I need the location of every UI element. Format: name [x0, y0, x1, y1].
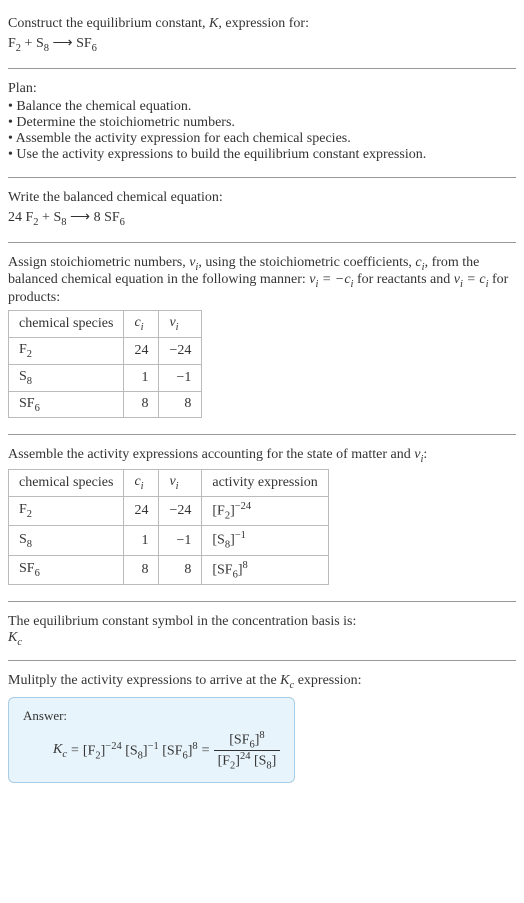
fraction-denominator: [F2]24 [S8]	[214, 751, 281, 771]
cell-nu: −1	[159, 364, 202, 391]
balanced-equation: 24 F2 + S8 ⟶ 8 SF6	[8, 208, 516, 228]
c-symbol: ci	[415, 255, 424, 270]
equals-sign: =	[202, 743, 210, 759]
table-row: S8 1 −1 [S8]−1	[9, 526, 329, 555]
plan-title: Plan:	[8, 81, 516, 97]
col-nui: νi	[159, 311, 202, 338]
balanced-section: Write the balanced chemical equation: 24…	[8, 182, 516, 238]
table-header-row: chemical species ci νi	[9, 311, 202, 338]
plan-item: Balance the chemical equation.	[8, 99, 516, 115]
equals-sign: =	[71, 743, 79, 759]
kc-lhs: Kc	[53, 742, 67, 760]
nu-symbol: νi	[189, 255, 198, 270]
cell-c: 8	[124, 391, 159, 418]
cell-nu: 8	[159, 391, 202, 418]
cell-nu: −24	[159, 337, 202, 364]
symbol-intro: The equilibrium constant symbol in the c…	[8, 614, 516, 630]
symbol-section: The equilibrium constant symbol in the c…	[8, 606, 516, 656]
kc-symbol: Kc	[8, 630, 516, 648]
prompt-line1: Construct the equilibrium constant, K, e…	[8, 16, 516, 32]
cell-activity: [SF6]8	[202, 555, 328, 584]
cell-c: 24	[124, 337, 159, 364]
multiply-intro: Mulitply the activity expressions to arr…	[8, 673, 516, 691]
unbalanced-equation: F2 + S8 ⟶ SF6	[8, 34, 516, 54]
stoich-table: chemical species ci νi F2 24 −24 S8 1 −1…	[8, 310, 202, 418]
table-row: F2 24 −24 [F2]−24	[9, 496, 329, 525]
activity-section: Assemble the activity expressions accoun…	[8, 439, 516, 597]
cell-species: F2	[9, 337, 124, 364]
answer-label: Answer:	[23, 708, 280, 724]
table-header-row: chemical species ci νi activity expressi…	[9, 470, 329, 497]
divider	[8, 242, 516, 243]
divider	[8, 177, 516, 178]
balanced-intro: Write the balanced chemical equation:	[8, 190, 516, 206]
table-row: F2 24 −24	[9, 337, 202, 364]
table-row: SF6 8 8	[9, 391, 202, 418]
activity-table: chemical species ci νi activity expressi…	[8, 469, 329, 585]
cell-species: S8	[9, 526, 124, 555]
prompt-section: Construct the equilibrium constant, K, e…	[8, 8, 516, 64]
cell-nu: −24	[159, 496, 202, 525]
divider	[8, 68, 516, 69]
plan-item: Determine the stoichiometric numbers.	[8, 115, 516, 131]
divider	[8, 601, 516, 602]
fraction-numerator: [SF6]8	[214, 730, 281, 751]
reactant-relation: νi = −ci	[309, 272, 353, 287]
kc-symbol: Kc	[280, 673, 294, 688]
cell-c: 1	[124, 364, 159, 391]
col-species: chemical species	[9, 311, 124, 338]
divider	[8, 660, 516, 661]
cell-species: S8	[9, 364, 124, 391]
col-ci: ci	[124, 470, 159, 497]
plan-list: Balance the chemical equation. Determine…	[8, 99, 516, 163]
col-ci: ci	[124, 311, 159, 338]
cell-activity: [S8]−1	[202, 526, 328, 555]
product-expression: [F2]−24 [S8]−1 [SF6]8	[83, 741, 198, 761]
plan-item: Use the activity expressions to build th…	[8, 147, 516, 163]
cell-c: 8	[124, 555, 159, 584]
divider	[8, 434, 516, 435]
answer-equation: Kc = [F2]−24 [S8]−1 [SF6]8 = [SF6]8 [F2]…	[23, 730, 280, 772]
table-row: S8 1 −1	[9, 364, 202, 391]
cell-nu: 8	[159, 555, 202, 584]
cell-nu: −1	[159, 526, 202, 555]
cell-species: SF6	[9, 555, 124, 584]
cell-c: 24	[124, 496, 159, 525]
col-species: chemical species	[9, 470, 124, 497]
cell-c: 1	[124, 526, 159, 555]
fraction: [SF6]8 [F2]24 [S8]	[214, 730, 281, 772]
multiply-section: Mulitply the activity expressions to arr…	[8, 665, 516, 791]
cell-activity: [F2]−24	[202, 496, 328, 525]
table-row: SF6 8 8 [SF6]8	[9, 555, 329, 584]
stoich-section: Assign stoichiometric numbers, νi, using…	[8, 247, 516, 431]
activity-intro: Assemble the activity expressions accoun…	[8, 447, 516, 465]
answer-box: Answer: Kc = [F2]−24 [S8]−1 [SF6]8 = [SF…	[8, 697, 295, 783]
product-relation: νi = ci	[454, 272, 489, 287]
stoich-intro: Assign stoichiometric numbers, νi, using…	[8, 255, 516, 307]
plan-section: Plan: Balance the chemical equation. Det…	[8, 73, 516, 173]
cell-species: F2	[9, 496, 124, 525]
col-nui: νi	[159, 470, 202, 497]
cell-species: SF6	[9, 391, 124, 418]
plan-item: Assemble the activity expression for eac…	[8, 131, 516, 147]
col-activity: activity expression	[202, 470, 328, 497]
